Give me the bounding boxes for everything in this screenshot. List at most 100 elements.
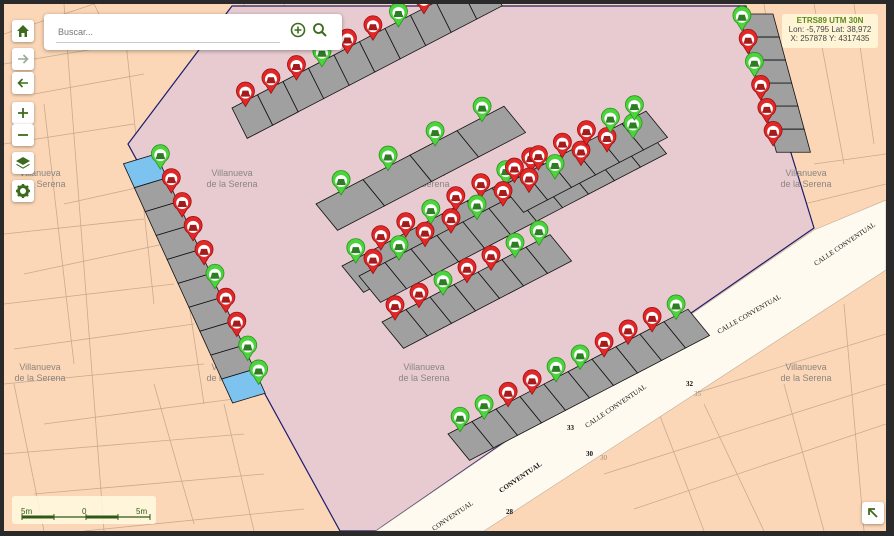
map-app: CALLE CONVENTUAL CALLE CONVENTUAL CALLE … (0, 0, 894, 536)
town-label: Villanueva (403, 362, 444, 372)
car-icon (446, 217, 456, 224)
car-icon (177, 201, 187, 207)
car-icon (472, 203, 482, 210)
car-icon (394, 244, 404, 251)
car-icon (376, 234, 386, 241)
car-icon (629, 104, 639, 111)
car-icon (462, 266, 472, 273)
zoom-in-button[interactable] (12, 102, 34, 124)
car-icon (266, 77, 276, 84)
town-label: Villanueva (785, 168, 826, 178)
car-icon (455, 415, 465, 422)
car-icon (576, 149, 586, 156)
car-icon (509, 166, 519, 173)
map-canvas[interactable]: CALLE CONVENTUAL CALLE CONVENTUAL CALLE … (4, 4, 886, 531)
car-icon (368, 257, 378, 264)
car-icon (420, 230, 430, 237)
house-number: 28 (506, 508, 514, 516)
arrow-up-left-icon (868, 508, 878, 518)
house-number: 35 (694, 390, 702, 398)
car-icon (605, 116, 615, 123)
car-icon (503, 390, 513, 397)
car-icon (477, 105, 487, 112)
car-icon (199, 248, 209, 255)
home-icon (17, 25, 29, 37)
car-icon (628, 122, 638, 129)
car-icon (243, 344, 253, 351)
house-number: 33 (567, 424, 575, 432)
car-icon (762, 106, 772, 113)
car-icon (533, 154, 543, 161)
car-icon (336, 178, 346, 185)
car-icon (602, 135, 612, 142)
town-label: de la Serena (14, 373, 65, 383)
car-icon (498, 190, 508, 197)
minus-icon (18, 134, 28, 136)
car-icon (401, 221, 411, 228)
car-icon (743, 37, 753, 44)
car-icon (737, 14, 747, 21)
expand-button[interactable] (862, 502, 884, 524)
plus-icon (18, 108, 28, 118)
car-icon (510, 241, 520, 248)
xy-readout: X: 257878 Y: 4317435 (790, 34, 870, 43)
car-icon (342, 37, 352, 44)
plus-circle-icon (290, 22, 306, 38)
map-svg: CALLE CONVENTUAL CALLE CONVENTUAL CALLE … (4, 4, 886, 531)
layers-button[interactable] (12, 152, 34, 174)
car-icon (166, 177, 176, 184)
coordinate-panel: ETRS89 UTM 30N Lon: -5,795 Lat: 38,972 X… (782, 14, 878, 48)
car-icon (438, 279, 448, 286)
car-icon (221, 296, 231, 303)
car-icon (317, 50, 327, 57)
crs-label: ETRS89 UTM 30N (796, 16, 864, 25)
car-icon (240, 90, 250, 97)
town-label: de la Serena (206, 179, 257, 189)
car-icon (476, 182, 486, 189)
town-label: Villanueva (785, 362, 826, 372)
home-button[interactable] (12, 20, 34, 42)
car-icon (414, 291, 424, 298)
car-icon (581, 129, 591, 136)
car-icon (551, 365, 561, 372)
town-label: de la Serena (780, 373, 831, 383)
car-icon (599, 340, 609, 347)
car-icon (254, 368, 264, 375)
car-icon (351, 247, 361, 254)
gear-icon (16, 184, 30, 198)
forward-button[interactable] (12, 48, 34, 70)
car-icon (430, 130, 440, 137)
car-icon (575, 353, 585, 360)
car-icon (623, 328, 633, 335)
car-icon (451, 195, 461, 202)
car-icon (188, 224, 198, 231)
car-icon (390, 304, 400, 311)
car-icon (768, 129, 778, 136)
car-icon (479, 403, 489, 410)
town-label: de la Serena (398, 373, 449, 383)
car-icon (527, 378, 537, 385)
house-number: 30 (586, 450, 594, 458)
settings-button[interactable] (12, 180, 34, 202)
search-button[interactable] (310, 20, 330, 40)
car-icon (232, 320, 242, 327)
car-icon (756, 83, 766, 90)
search-input[interactable] (56, 22, 280, 43)
zoom-out-button[interactable] (12, 124, 34, 146)
arrow-right-icon (18, 54, 29, 64)
town-label: Villanueva (211, 168, 252, 178)
car-icon (524, 176, 534, 183)
car-icon (426, 208, 436, 215)
car-icon (550, 163, 560, 169)
back-button[interactable] (12, 72, 34, 94)
car-icon (393, 11, 403, 18)
scale-bar: 5m 0 5m (12, 496, 156, 524)
car-icon (291, 64, 301, 71)
car-icon (368, 24, 378, 31)
car-icon (671, 303, 681, 310)
house-number: 32 (686, 380, 694, 388)
layers-icon (16, 157, 30, 169)
car-icon (557, 141, 567, 148)
town-label: Villanueva (19, 362, 60, 372)
add-location-button[interactable] (288, 20, 308, 40)
